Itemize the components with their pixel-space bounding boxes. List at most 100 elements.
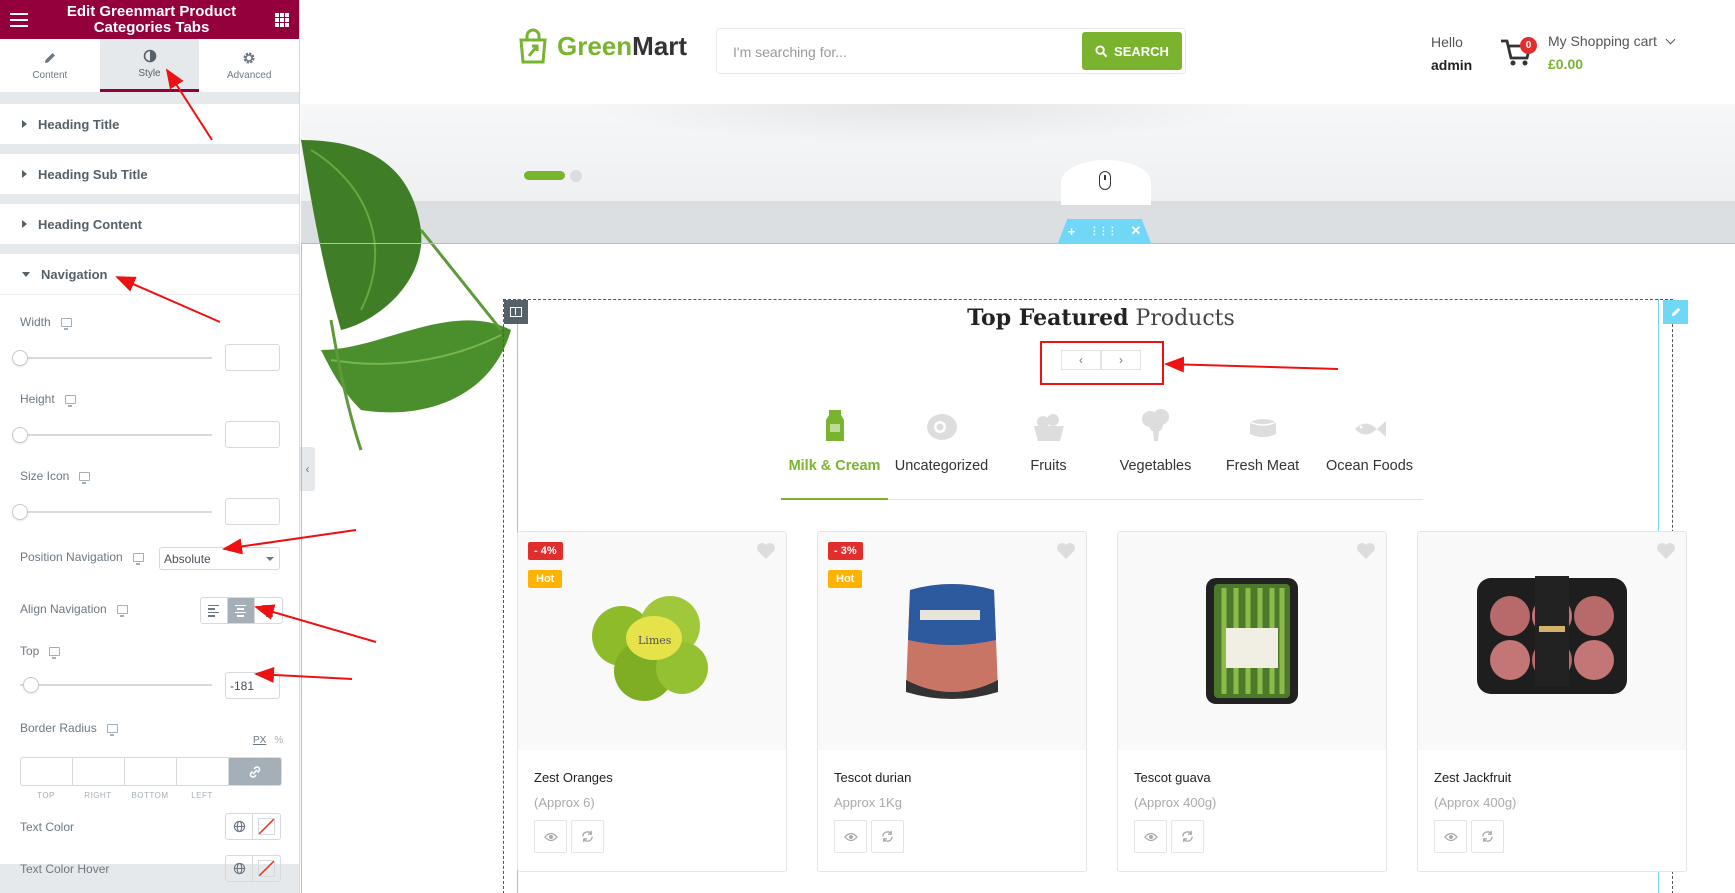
- elementor-panel: Edit Greenmart Product Categories Tabs C…: [0, 0, 300, 893]
- desktop-icon[interactable]: [60, 317, 72, 330]
- link-icon[interactable]: [229, 758, 281, 785]
- align-center-icon[interactable]: [228, 598, 255, 623]
- product-card[interactable]: - 3% Hot Tescot durian Approx 1Kg: [817, 531, 1087, 872]
- product-image[interactable]: [818, 532, 1086, 750]
- product-name[interactable]: Tescot durian: [834, 770, 911, 785]
- product-image[interactable]: [1118, 532, 1386, 750]
- top-input[interactable]: -181: [225, 672, 280, 699]
- cart-button[interactable]: 0: [1500, 37, 1537, 73]
- align-left-icon[interactable]: [201, 598, 228, 623]
- drag-handle-icon[interactable]: ⋮⋮⋮: [1089, 226, 1117, 237]
- desktop-icon[interactable]: [106, 723, 118, 736]
- slider-dot[interactable]: [570, 170, 582, 182]
- width-slider[interactable]: [12, 350, 212, 366]
- top-slider-knob[interactable]: [23, 677, 39, 693]
- height-input[interactable]: [225, 421, 280, 448]
- tab-label: Milk & Cream: [788, 458, 881, 474]
- tab-advanced[interactable]: Advanced: [199, 39, 299, 92]
- hamburger-menu-icon[interactable]: [10, 12, 28, 27]
- product-name[interactable]: Tescot guava: [1134, 770, 1211, 785]
- column-handle[interactable]: [504, 300, 528, 324]
- size-icon-input[interactable]: [225, 498, 280, 525]
- height-slider-knob[interactable]: [12, 427, 28, 443]
- heading-bold: Top Featured: [967, 305, 1129, 331]
- search-input[interactable]: I'm searching for...: [733, 44, 847, 60]
- tab-style[interactable]: Style: [99, 39, 200, 92]
- top-slider[interactable]: [20, 677, 212, 693]
- quick-view-eye-icon[interactable]: [1434, 820, 1467, 853]
- wishlist-heart-icon[interactable]: [1656, 542, 1676, 560]
- desktop-icon[interactable]: [79, 471, 91, 484]
- text-color-swatch[interactable]: [253, 814, 280, 839]
- tab-vegetables[interactable]: Vegetables: [1102, 408, 1209, 499]
- widgets-grid-icon[interactable]: [275, 12, 289, 27]
- radius-right-input[interactable]: [73, 758, 125, 785]
- product-name[interactable]: Zest Jackfruit: [1434, 770, 1511, 785]
- section-heading-sub-title[interactable]: Heading Sub Title: [0, 154, 299, 194]
- delete-section-icon[interactable]: ✕: [1130, 223, 1141, 239]
- wishlist-heart-icon[interactable]: [1356, 542, 1376, 560]
- width-input[interactable]: [225, 344, 280, 371]
- position-navigation-select[interactable]: Absolute: [159, 547, 280, 570]
- radius-left-input[interactable]: [177, 758, 229, 785]
- search-button[interactable]: SEARCH: [1082, 32, 1182, 70]
- compare-refresh-icon[interactable]: [1171, 820, 1204, 853]
- section-heading-content[interactable]: Heading Content: [0, 204, 299, 244]
- edit-widget-button[interactable]: [1663, 300, 1688, 324]
- tab-fresh-meat[interactable]: Fresh Meat: [1209, 408, 1316, 499]
- section-edit-handle[interactable]: + ⋮⋮⋮ ✕: [1058, 219, 1151, 243]
- product-actions: [834, 820, 904, 853]
- wishlist-heart-icon[interactable]: [1056, 542, 1076, 560]
- account-greeting[interactable]: Hello admin: [1431, 31, 1472, 77]
- milk-carton-icon: [825, 410, 844, 441]
- tab-fruits[interactable]: Fruits: [995, 408, 1102, 499]
- scroll-indicator[interactable]: [1061, 160, 1151, 205]
- size-icon-slider-knob[interactable]: [12, 504, 28, 520]
- height-slider[interactable]: [12, 427, 212, 443]
- align-right-icon[interactable]: [255, 598, 282, 623]
- pencil-icon: [1671, 307, 1680, 317]
- product-image[interactable]: Limes: [518, 532, 786, 750]
- tab-ocean-foods[interactable]: Ocean Foods: [1316, 408, 1423, 499]
- desktop-icon[interactable]: [132, 552, 144, 565]
- product-card[interactable]: Tescot guava (Approx 400g): [1117, 531, 1387, 872]
- product-name[interactable]: Zest Oranges: [534, 770, 613, 785]
- compare-refresh-icon[interactable]: [571, 820, 604, 853]
- gear-icon: [243, 52, 255, 63]
- compare-refresh-icon[interactable]: [871, 820, 904, 853]
- section-navigation[interactable]: Navigation: [0, 254, 299, 294]
- product-actions: [1134, 820, 1204, 853]
- width-slider-knob[interactable]: [12, 350, 28, 366]
- text-color-hover-picker: [225, 855, 281, 882]
- radius-bottom-input[interactable]: [125, 758, 177, 785]
- text-color-hover-swatch[interactable]: [253, 856, 280, 881]
- panel-title: Edit Greenmart Product Categories Tabs: [66, 2, 237, 36]
- product-card[interactable]: Limes - 4% Hot Zest Oranges (Approx 6): [517, 531, 787, 872]
- globe-icon[interactable]: [226, 814, 253, 839]
- desktop-icon[interactable]: [64, 394, 76, 407]
- tab-content[interactable]: Content: [0, 39, 100, 92]
- shopping-bag-logo-icon: [519, 28, 547, 64]
- quick-view-eye-icon[interactable]: [834, 820, 867, 853]
- radius-top-input[interactable]: [21, 758, 73, 785]
- size-icon-slider[interactable]: [12, 504, 212, 520]
- tab-milk-cream[interactable]: Milk & Cream: [781, 408, 888, 500]
- unit-px[interactable]: PX: [253, 735, 266, 746]
- add-section-icon[interactable]: +: [1068, 224, 1076, 239]
- globe-icon[interactable]: [226, 856, 253, 881]
- wishlist-heart-icon[interactable]: [756, 542, 776, 560]
- desktop-icon[interactable]: [49, 646, 61, 659]
- quick-view-eye-icon[interactable]: [1134, 820, 1167, 853]
- quick-view-eye-icon[interactable]: [534, 820, 567, 853]
- section-heading-title[interactable]: Heading Title: [0, 104, 299, 144]
- unit-percent[interactable]: %: [274, 735, 283, 746]
- product-image[interactable]: [1418, 532, 1686, 750]
- cart-summary[interactable]: My Shopping cart £0.00: [1548, 30, 1676, 76]
- caret-right-icon: [22, 220, 27, 228]
- site-logo[interactable]: Green Mart: [515, 28, 687, 64]
- product-card[interactable]: Zest Jackfruit (Approx 400g): [1417, 531, 1687, 872]
- search-icon: [1095, 44, 1108, 57]
- desktop-icon[interactable]: [116, 604, 128, 617]
- compare-refresh-icon[interactable]: [1471, 820, 1504, 853]
- tab-uncategorized[interactable]: Uncategorized: [888, 408, 995, 499]
